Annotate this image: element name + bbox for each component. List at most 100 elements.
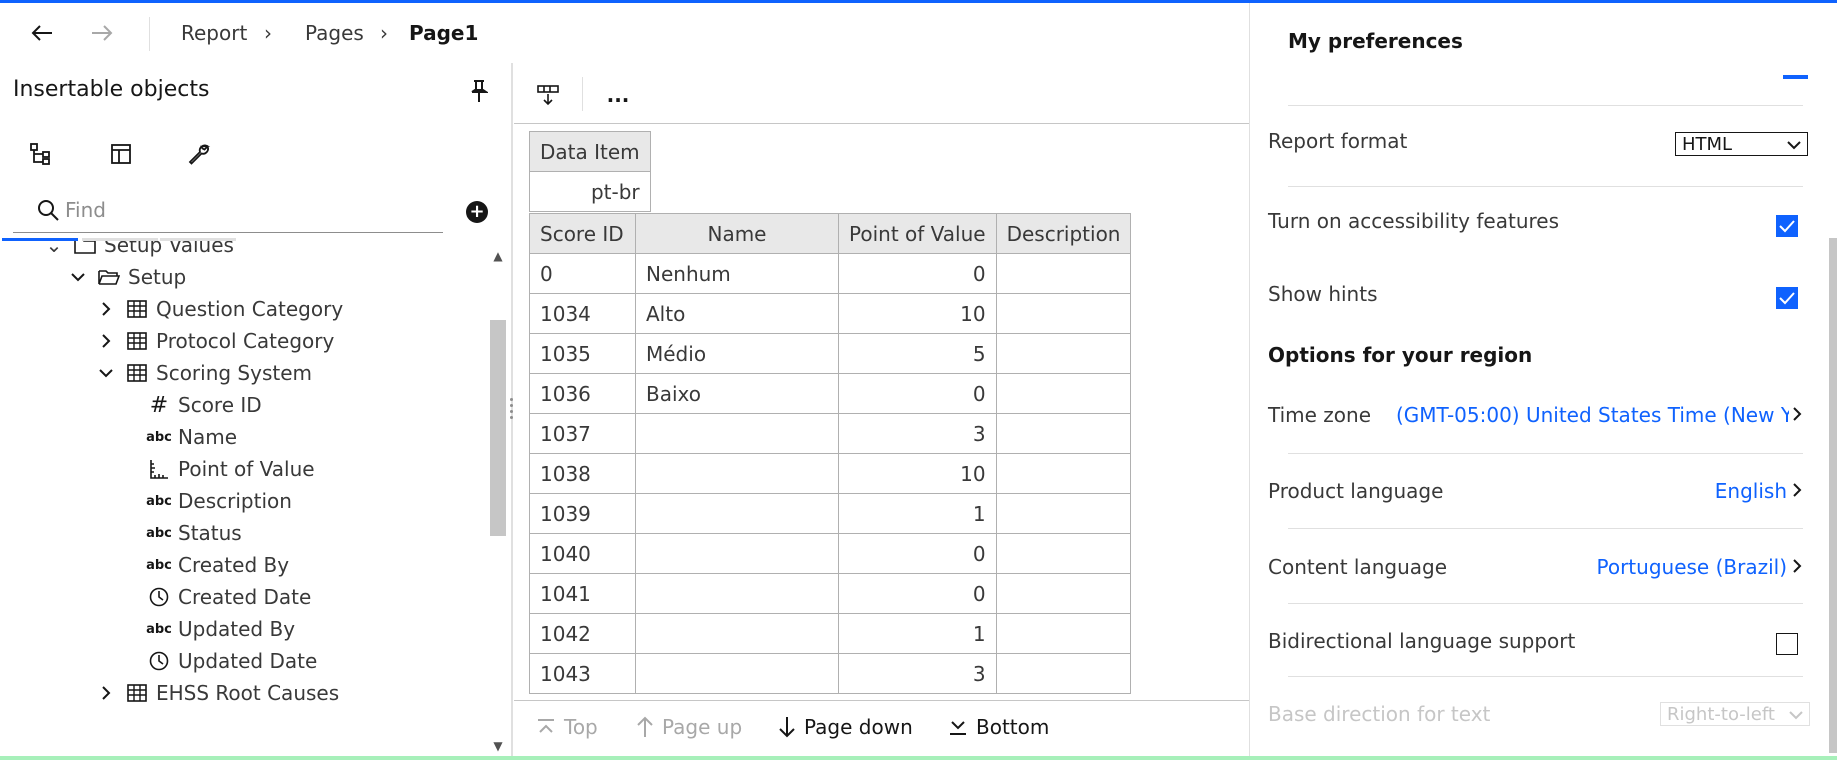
base-direction-select[interactable]: Right-to-left: [1660, 702, 1810, 726]
table-cell[interactable]: 0: [838, 533, 997, 574]
table-cell[interactable]: [995, 533, 1132, 574]
content-language-value[interactable]: Portuguese (Brazil): [1597, 555, 1788, 579]
column-header[interactable]: Description: [995, 213, 1132, 254]
table-cell[interactable]: 0: [838, 573, 997, 614]
tree-item-question-category[interactable]: Question Category: [96, 291, 343, 327]
tree-item-updated-by[interactable]: abc Updated By: [146, 611, 295, 647]
forward-button[interactable]: [82, 13, 122, 53]
table-cell[interactable]: 10: [838, 453, 997, 494]
table-cell[interactable]: 1036: [529, 373, 636, 414]
tree-item-name[interactable]: abc Name: [146, 419, 237, 455]
table-cell[interactable]: 5: [838, 333, 997, 374]
table-cell[interactable]: 1039: [529, 493, 636, 534]
tree-item-created-date[interactable]: Created Date: [146, 579, 311, 615]
table-cell[interactable]: 3: [838, 653, 997, 694]
table-cell[interactable]: [635, 493, 839, 534]
table-cell[interactable]: [995, 333, 1132, 374]
table-cell[interactable]: 1042: [529, 613, 636, 654]
tab-source[interactable]: [2, 131, 80, 177]
tree-item-protocol-category[interactable]: Protocol Category: [96, 323, 334, 359]
table-cell[interactable]: [995, 493, 1132, 534]
table-cell[interactable]: 3: [838, 413, 997, 454]
find-field[interactable]: [13, 187, 443, 233]
table-cell[interactable]: [635, 573, 839, 614]
table-cell[interactable]: 1035: [529, 333, 636, 374]
tree-item-score-id[interactable]: # Score ID: [146, 387, 262, 423]
tree-item-status[interactable]: abc Status: [146, 515, 242, 551]
accessibility-checkbox[interactable]: [1776, 215, 1798, 237]
table-cell[interactable]: [635, 653, 839, 694]
tree-scrollbar[interactable]: ▲ ▼: [488, 244, 508, 756]
table-cell[interactable]: 1: [838, 493, 997, 534]
column-header[interactable]: Name: [635, 213, 839, 254]
tree-item-description[interactable]: abc Description: [146, 483, 292, 519]
column-header[interactable]: Point of Value: [838, 213, 997, 254]
table-cell[interactable]: Nenhum: [635, 253, 839, 294]
tree-item-scoring-system[interactable]: Scoring System: [96, 355, 312, 391]
data-item-value[interactable]: pt-br: [529, 171, 651, 212]
table-cell[interactable]: 0: [529, 253, 636, 294]
table-cell[interactable]: 0: [838, 253, 997, 294]
more-options-button[interactable]: ...: [594, 71, 642, 119]
table-cell[interactable]: 1041: [529, 573, 636, 614]
tree-item-updated-date[interactable]: Updated Date: [146, 643, 317, 679]
table-cell[interactable]: Baixo: [635, 373, 839, 414]
table-cell[interactable]: 0: [838, 373, 997, 414]
chevron-right-icon[interactable]: [96, 686, 116, 700]
page-down-button[interactable]: Page down: [778, 715, 913, 739]
chevron-down-icon[interactable]: ⌄: [44, 241, 64, 257]
tree-item-point-of-value[interactable]: Point of Value: [146, 451, 315, 487]
bottom-button[interactable]: Bottom: [948, 715, 1049, 739]
tab-toolbox[interactable]: [160, 131, 238, 177]
tree-item-ehss-root-causes[interactable]: EHSS Root Causes: [96, 675, 339, 711]
bidi-support-checkbox[interactable]: [1776, 633, 1798, 655]
table-cell[interactable]: [995, 613, 1132, 654]
table-cell[interactable]: 1037: [529, 413, 636, 454]
tree-item-created-by[interactable]: abc Created By: [146, 547, 289, 583]
scrollbar-thumb[interactable]: [1829, 238, 1837, 753]
tree-item-setup[interactable]: Setup: [68, 259, 186, 295]
insert-row-button[interactable]: [524, 71, 572, 119]
add-icon[interactable]: +: [466, 201, 488, 223]
scroll-down-icon[interactable]: ▼: [492, 740, 504, 752]
table-cell[interactable]: [635, 453, 839, 494]
scrollbar-thumb[interactable]: [490, 320, 506, 536]
chevron-right-icon[interactable]: [96, 334, 116, 348]
find-input[interactable]: [63, 193, 423, 227]
table-cell[interactable]: [995, 373, 1132, 414]
table-cell[interactable]: 10: [838, 293, 997, 334]
table-cell[interactable]: [995, 573, 1132, 614]
breadcrumb-pages[interactable]: Pages: [305, 21, 364, 45]
table-cell[interactable]: 1: [838, 613, 997, 654]
table-cell[interactable]: 1040: [529, 533, 636, 574]
table-cell[interactable]: [635, 613, 839, 654]
table-cell[interactable]: [995, 653, 1132, 694]
table-cell[interactable]: [995, 293, 1132, 334]
table-cell[interactable]: Médio: [635, 333, 839, 374]
back-button[interactable]: [22, 13, 62, 53]
table-cell[interactable]: [995, 453, 1132, 494]
chevron-right-icon[interactable]: [96, 302, 116, 316]
pin-button[interactable]: [470, 79, 492, 107]
table-cell[interactable]: 1043: [529, 653, 636, 694]
preferences-scrollbar[interactable]: [1827, 73, 1837, 756]
table-cell[interactable]: [995, 253, 1132, 294]
table-cell[interactable]: [995, 413, 1132, 454]
data-item-header[interactable]: Data Item: [529, 131, 651, 172]
show-hints-checkbox[interactable]: [1776, 287, 1798, 309]
table-cell[interactable]: [635, 533, 839, 574]
table-cell[interactable]: 1038: [529, 453, 636, 494]
chevron-down-icon[interactable]: [96, 368, 116, 378]
table-cell[interactable]: 1034: [529, 293, 636, 334]
report-format-select[interactable]: HTML: [1675, 132, 1808, 156]
top-button[interactable]: Top: [536, 715, 598, 739]
table-cell[interactable]: Alto: [635, 293, 839, 334]
product-language-value[interactable]: English: [1715, 479, 1787, 503]
column-header[interactable]: Score ID: [529, 213, 636, 254]
page-up-button[interactable]: Page up: [636, 715, 742, 739]
tab-data-items[interactable]: [82, 131, 160, 177]
time-zone-value[interactable]: (GMT-05:00) United States Time (New York…: [1396, 403, 1789, 427]
table-cell[interactable]: [635, 413, 839, 454]
breadcrumb-report[interactable]: Report: [181, 21, 247, 45]
scroll-up-icon[interactable]: ▲: [492, 250, 504, 262]
